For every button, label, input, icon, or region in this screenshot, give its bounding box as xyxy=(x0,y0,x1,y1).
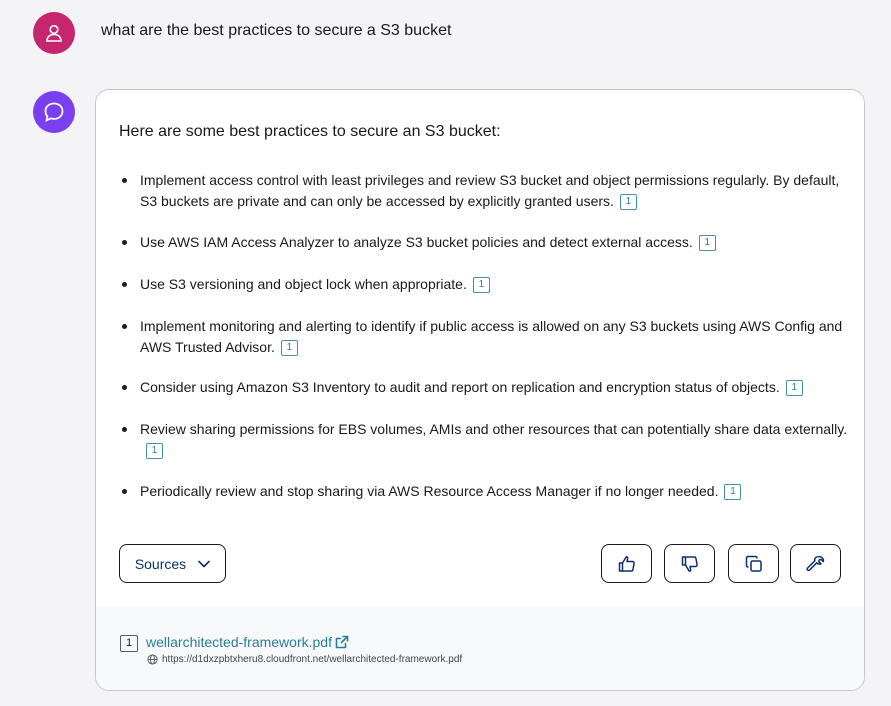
citation-badge[interactable]: 1 xyxy=(280,340,298,356)
list-item-text: Implement access control with least priv… xyxy=(140,172,840,209)
citation-badge[interactable]: 1 xyxy=(146,443,163,459)
source-number: 1 xyxy=(120,635,138,652)
user-avatar xyxy=(33,12,75,54)
chevron-down-icon xyxy=(198,560,210,567)
list-item: Use AWS IAM Access Analyzer to analyze S… xyxy=(119,232,849,253)
thumbs-down-button[interactable] xyxy=(664,544,715,583)
list-item: Implement monitoring and alerting to ide… xyxy=(119,316,849,358)
citation-badge[interactable]: 1 xyxy=(698,235,716,251)
list-item: Implement access control with least priv… xyxy=(119,170,849,212)
assistant-avatar xyxy=(33,91,75,133)
source-title[interactable]: wellarchitected-framework.pdf xyxy=(146,634,332,650)
user-question: what are the best practices to secure a … xyxy=(101,22,452,39)
thumbs-down-icon xyxy=(681,555,698,572)
list-item-text: Review sharing permissions for EBS volum… xyxy=(140,421,848,437)
external-link-icon xyxy=(335,635,349,649)
citation-badge[interactable]: 1 xyxy=(724,484,742,500)
settings-wrench-button[interactable] xyxy=(790,544,841,583)
best-practices-list: Implement access control with least priv… xyxy=(119,170,849,502)
answer-intro: Here are some best practices to secure a… xyxy=(119,123,501,140)
sources-panel: 1 wellarchitected-framework.pdf https://… xyxy=(96,607,864,690)
citation-badge[interactable]: 1 xyxy=(619,194,637,210)
citation-badge[interactable]: 1 xyxy=(785,380,803,396)
source-url: https://d1dxzpbtxheru8.cloudfront.net/we… xyxy=(147,654,462,665)
copy-button[interactable] xyxy=(728,544,779,583)
wrench-icon xyxy=(805,555,824,571)
list-item-text: Use S3 versioning and object lock when a… xyxy=(140,276,467,292)
sources-button-label: Sources xyxy=(134,555,187,572)
list-item-text: Periodically review and stop sharing via… xyxy=(140,483,719,499)
list-item: Review sharing permissions for EBS volum… xyxy=(119,419,849,461)
thumbs-up-icon xyxy=(618,555,635,572)
copy-icon xyxy=(745,555,762,572)
globe-icon xyxy=(147,654,158,665)
list-item-text: Implement monitoring and alerting to ide… xyxy=(140,318,843,355)
user-icon xyxy=(46,24,62,42)
list-item: Use S3 versioning and object lock when a… xyxy=(119,274,849,295)
list-item-text: Use AWS IAM Access Analyzer to analyze S… xyxy=(140,234,693,250)
chat-bubble-icon xyxy=(44,102,64,122)
list-item: Periodically review and stop sharing via… xyxy=(119,481,849,502)
answer-card: Here are some best practices to secure a… xyxy=(95,89,865,691)
source-link[interactable]: wellarchitected-framework.pdf xyxy=(146,634,349,650)
source-url-text: https://d1dxzpbtxheru8.cloudfront.net/we… xyxy=(162,654,463,665)
sources-dropdown-button[interactable]: Sources xyxy=(119,544,226,583)
citation-badge[interactable]: 1 xyxy=(472,277,490,293)
list-item: Consider using Amazon S3 Inventory to au… xyxy=(119,377,849,398)
list-item-text: Consider using Amazon S3 Inventory to au… xyxy=(140,379,780,395)
thumbs-up-button[interactable] xyxy=(601,544,652,583)
